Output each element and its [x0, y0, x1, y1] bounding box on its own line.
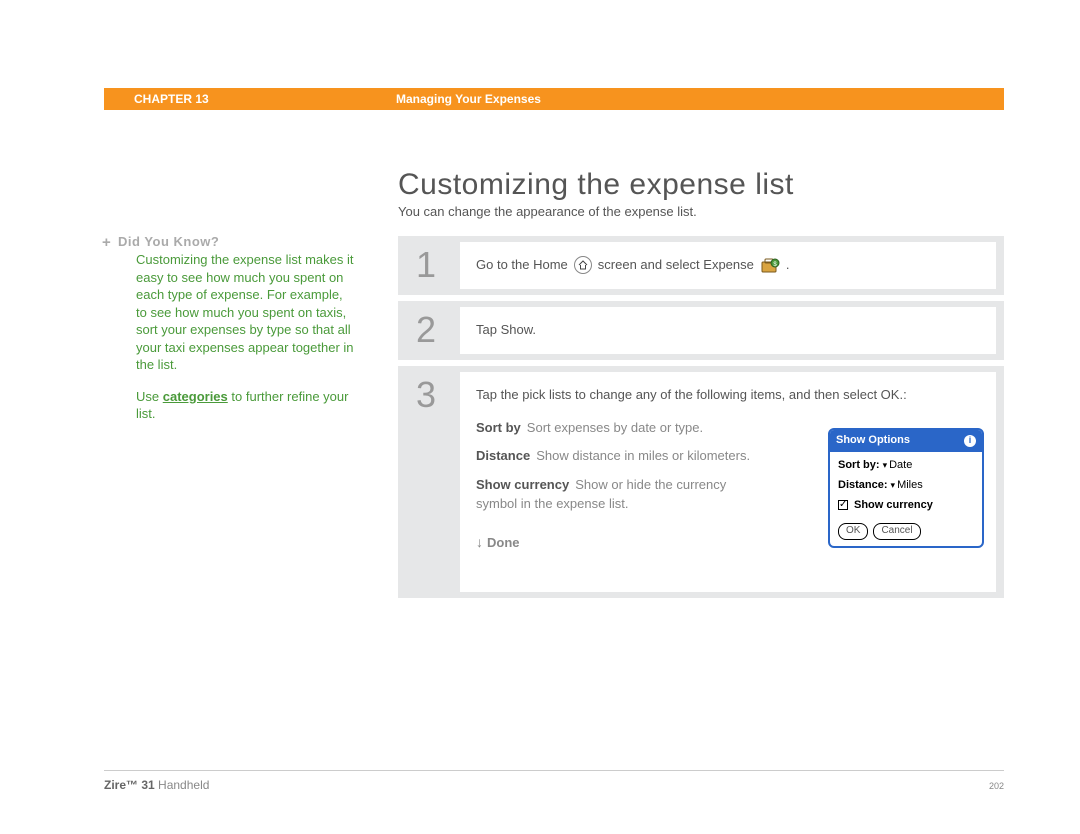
tip-prefix: Use [136, 389, 163, 404]
dialog-titlebar: Show Options i [830, 430, 982, 452]
opt-showcur-label: Show currency [476, 477, 569, 492]
step-2: 2 Tap Show. [398, 301, 1004, 360]
dialog-distance-picklist[interactable]: Miles [891, 478, 923, 494]
product-name-bold: Zire™ 31 [104, 778, 155, 792]
dyk-label: Did You Know? [118, 234, 219, 249]
footer-product: Zire™ 31 Handheld [104, 778, 209, 792]
step1-pre: Go to the Home [476, 256, 568, 275]
plus-icon: + [102, 234, 111, 251]
dialog-sortby-label: Sort by: [838, 458, 880, 474]
categories-link[interactable]: categories [163, 389, 228, 404]
step-body: Go to the Home screen and select Expense… [460, 242, 996, 289]
footer-divider [104, 770, 1004, 771]
info-icon[interactable]: i [964, 435, 976, 447]
opt-distance-desc: Show distance in miles or kilometers. [536, 448, 750, 463]
dialog-title: Show Options [836, 433, 910, 449]
opt-sortby-label: Sort by [476, 420, 521, 435]
step-body: Tap Show. [460, 307, 996, 354]
show-options-dialog: Show Options i Sort by: Date Distance: M… [828, 428, 984, 548]
dialog-distance-label: Distance: [838, 478, 888, 494]
dialog-showcurrency-row: Show currency [838, 498, 974, 514]
expense-icon: $ [760, 256, 780, 274]
option-showcurrency: Show currencyShow or hide the currency s… [476, 476, 766, 514]
dialog-distance-row: Distance: Miles [838, 478, 974, 494]
opt-distance-label: Distance [476, 448, 530, 463]
page-intro: You can change the appearance of the exp… [398, 204, 697, 219]
dialog-sortby-row: Sort by: Date [838, 458, 974, 474]
dyk-text: Customizing the expense list makes it ea… [136, 252, 354, 372]
step-body: Tap the pick lists to change any of the … [460, 372, 996, 592]
page-title: Customizing the expense list [398, 168, 794, 202]
step-1: 1 Go to the Home screen and select Expen… [398, 236, 1004, 295]
step1-post: . [786, 256, 790, 275]
option-distance: Distance Show distance in miles or kilome… [476, 447, 766, 466]
dialog-buttons: OK Cancel [830, 523, 982, 546]
done-label: Done [487, 535, 520, 550]
did-you-know-heading: + Did You Know? [118, 234, 356, 249]
home-icon [574, 256, 592, 274]
down-arrow-icon: ↓ [476, 532, 483, 552]
step3-lead: Tap the pick lists to change any of the … [476, 386, 980, 405]
step-3: 3 Tap the pick lists to change any of th… [398, 366, 1004, 598]
chapter-label: CHAPTER 13 [134, 92, 209, 106]
opt-sortby-desc: Sort expenses by date or type. [527, 420, 703, 435]
dyk-body: Customizing the expense list makes it ea… [136, 251, 356, 374]
step-number: 2 [398, 301, 460, 360]
step-number: 3 [398, 366, 460, 598]
dialog-sortby-picklist[interactable]: Date [883, 458, 913, 474]
dialog-body: Sort by: Date Distance: Miles Show curre… [830, 452, 982, 524]
checkbox-icon[interactable] [838, 500, 848, 510]
cancel-button[interactable]: Cancel [873, 523, 920, 540]
option-sortby: Sort by Sort expenses by date or type. [476, 419, 766, 438]
dialog-showcur-label: Show currency [854, 498, 933, 514]
ok-button[interactable]: OK [838, 523, 868, 540]
step-number: 1 [398, 236, 460, 295]
page-number: 202 [989, 781, 1004, 791]
chapter-header: CHAPTER 13 Managing Your Expenses [104, 88, 1004, 110]
section-label: Managing Your Expenses [396, 92, 541, 106]
steps-list: 1 Go to the Home screen and select Expen… [398, 236, 1004, 604]
sidebar-tip: + Did You Know? Customizing the expense … [118, 234, 356, 423]
dyk-tip: Use categories to further refine your li… [136, 388, 356, 423]
product-name-rest: Handheld [155, 778, 210, 792]
step1-mid: screen and select Expense [598, 256, 754, 275]
